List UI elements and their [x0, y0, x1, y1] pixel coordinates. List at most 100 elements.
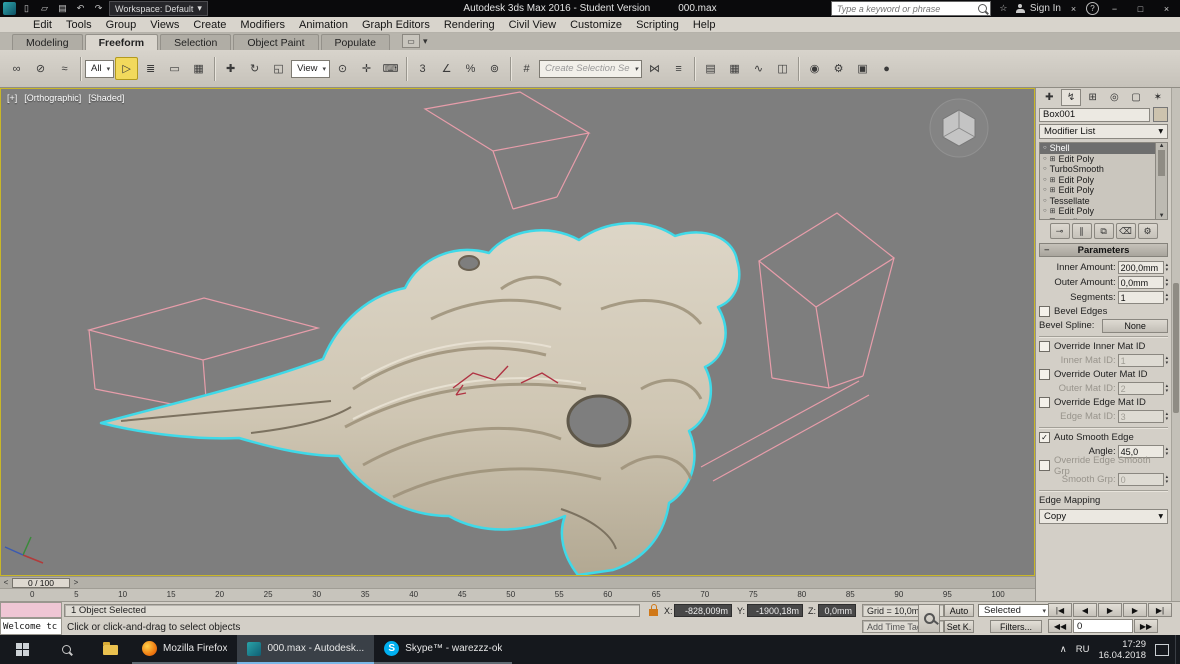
selection-region-icon[interactable]: ▭: [163, 57, 186, 80]
display-tab-icon[interactable]: ▢: [1126, 89, 1147, 106]
visibility-bulb-icon[interactable]: ○: [1043, 208, 1047, 214]
viewport-menu-pov[interactable]: [Orthographic]: [24, 93, 81, 103]
auto-key-button[interactable]: Auto: [944, 604, 974, 617]
model-mask[interactable]: [101, 223, 739, 575]
ribbon-tab-object-paint[interactable]: Object Paint: [233, 34, 318, 50]
spinner-icon[interactable]: ▴▾: [1166, 293, 1169, 302]
key-mode-back-button[interactable]: ◀◀: [1048, 619, 1072, 633]
menu-help[interactable]: Help: [686, 19, 723, 31]
selection-filter-dropdown[interactable]: All▾: [85, 60, 114, 78]
sign-in-link[interactable]: Sign In: [1030, 3, 1061, 14]
outer-amount-field[interactable]: 0,0mm: [1118, 276, 1164, 289]
spinner-icon[interactable]: ▴▾: [1166, 475, 1169, 484]
use-pivot-center-icon[interactable]: ⊙: [331, 57, 354, 80]
layer-manager-icon[interactable]: ▤: [699, 57, 722, 80]
named-selection-combobox[interactable]: Create Selection Se▾: [539, 60, 642, 78]
remove-modifier-icon[interactable]: ⌫: [1116, 223, 1136, 239]
material-editor-icon[interactable]: ◉: [803, 57, 826, 80]
menu-graph-editors[interactable]: Graph Editors: [355, 19, 437, 31]
select-by-name-icon[interactable]: ≣: [139, 57, 162, 80]
x-coordinate-field[interactable]: -828,009m: [674, 604, 732, 617]
modifier-row[interactable]: ○⊞Edit Poly: [1040, 185, 1155, 196]
tray-chevron-icon[interactable]: ∧: [1060, 644, 1067, 655]
menu-tools[interactable]: Tools: [59, 19, 99, 31]
close-comm-icon[interactable]: ×: [1066, 2, 1081, 15]
z-coordinate-field[interactable]: 0,0mm: [818, 604, 856, 617]
menu-views[interactable]: Views: [143, 19, 186, 31]
menu-scripting[interactable]: Scripting: [629, 19, 686, 31]
y-coordinate-field[interactable]: -1900,18m: [747, 604, 803, 617]
taskbar-app-3dsmax[interactable]: 000.max - Autodesk...: [237, 635, 374, 664]
file-explorer-button[interactable]: [88, 635, 132, 664]
named-selection-sets-icon[interactable]: #: [515, 57, 538, 80]
bevel-edges-checkbox[interactable]: [1039, 306, 1050, 317]
workspace-dropdown[interactable]: Workspace: Default ▾: [109, 1, 208, 16]
save-file-icon[interactable]: ▤: [55, 2, 70, 15]
keyboard-override-icon[interactable]: ⌨: [379, 57, 402, 80]
unlink-selection-icon[interactable]: ⊘: [29, 57, 52, 80]
motion-tab-icon[interactable]: ◎: [1104, 89, 1125, 106]
maxscript-mini-listener-top[interactable]: [0, 602, 62, 618]
time-slider-prev-icon[interactable]: <: [1, 578, 11, 588]
go-to-end-button[interactable]: ▶|: [1148, 603, 1172, 617]
spinner-icon[interactable]: ▴▾: [1166, 384, 1169, 393]
select-object-icon[interactable]: ▷: [115, 57, 138, 80]
taskbar-app-firefox[interactable]: Mozilla Firefox: [132, 635, 237, 664]
key-mode-forward-button[interactable]: ▶▶: [1134, 619, 1158, 633]
select-and-link-icon[interactable]: ∞: [5, 57, 28, 80]
show-end-result-icon[interactable]: ∥: [1072, 223, 1092, 239]
modifier-list-dropdown[interactable]: Modifier List ▾: [1039, 124, 1168, 139]
schematic-view-icon[interactable]: ◫: [771, 57, 794, 80]
spinner-icon[interactable]: ▴▾: [1166, 278, 1169, 287]
align-icon[interactable]: ≡: [667, 57, 690, 80]
action-center-icon[interactable]: [1155, 644, 1169, 656]
configure-sets-icon[interactable]: ⚙: [1138, 223, 1158, 239]
visibility-bulb-icon[interactable]: ○: [1043, 219, 1047, 220]
spinner-icon[interactable]: ▴▾: [1166, 412, 1169, 421]
ribbon-tab-freeform[interactable]: Freeform: [85, 34, 159, 50]
panel-scrollbar[interactable]: [1171, 88, 1180, 601]
modify-tab-icon[interactable]: ↯: [1061, 89, 1082, 106]
parameters-rollout-header[interactable]: − Parameters: [1039, 243, 1168, 257]
rendered-frame-icon[interactable]: ▣: [851, 57, 874, 80]
inner-amount-field[interactable]: 200,0mm: [1118, 261, 1164, 274]
make-unique-icon[interactable]: ⧉: [1094, 223, 1114, 239]
pin-stack-icon[interactable]: ⊸: [1050, 223, 1070, 239]
stack-scrollbar[interactable]: ▲ ▼: [1155, 143, 1167, 219]
modifier-row[interactable]: ○Shell: [1040, 143, 1155, 154]
menu-group[interactable]: Group: [99, 19, 144, 31]
minimize-button[interactable]: −: [1104, 1, 1125, 16]
maxscript-mini-listener[interactable]: Welcome tc: [0, 618, 62, 635]
language-indicator[interactable]: RU: [1076, 644, 1090, 655]
window-crossing-icon[interactable]: ▦: [187, 57, 210, 80]
select-and-manipulate-icon[interactable]: ✛: [355, 57, 378, 80]
curve-editor-icon[interactable]: ∿: [747, 57, 770, 80]
utilities-tab-icon[interactable]: ✶: [1147, 89, 1168, 106]
bevel-spline-button[interactable]: None: [1102, 319, 1168, 333]
spinner-snap-icon[interactable]: ⊚: [483, 57, 506, 80]
app-logo-icon[interactable]: [3, 2, 16, 15]
show-desktop-button[interactable]: [1175, 635, 1180, 664]
undo-icon[interactable]: ↶: [73, 2, 88, 15]
select-and-rotate-icon[interactable]: ↻: [243, 57, 266, 80]
next-frame-button[interactable]: ▶: [1123, 603, 1147, 617]
chevron-down-icon[interactable]: ▾: [423, 36, 428, 47]
selection-lock-icon[interactable]: [649, 609, 658, 616]
modifier-row[interactable]: ○⊞Edit Poly: [1040, 175, 1155, 186]
ribbon-tab-modeling[interactable]: Modeling: [12, 34, 83, 50]
viewport[interactable]: [+] [Orthographic] [Shaded]: [0, 88, 1035, 576]
play-button[interactable]: ▶: [1098, 603, 1122, 617]
spinner-icon[interactable]: ▴▾: [1166, 356, 1169, 365]
select-and-move-icon[interactable]: ✚: [219, 57, 242, 80]
visibility-bulb-icon[interactable]: ○: [1043, 166, 1047, 172]
object-name-field[interactable]: Box001: [1039, 108, 1150, 122]
modifier-row[interactable]: ○TurboSmooth: [1040, 164, 1155, 175]
set-key-button[interactable]: Set K.: [944, 620, 974, 633]
time-slider[interactable]: < 0 / 100 >: [0, 576, 1035, 588]
time-slider-next-icon[interactable]: >: [71, 578, 81, 588]
menu-modifiers[interactable]: Modifiers: [233, 19, 292, 31]
object-color-swatch[interactable]: [1153, 107, 1168, 122]
menu-civil-view[interactable]: Civil View: [502, 19, 563, 31]
new-scene-icon[interactable]: ▯: [19, 2, 34, 15]
override-outer-checkbox[interactable]: [1039, 369, 1050, 380]
